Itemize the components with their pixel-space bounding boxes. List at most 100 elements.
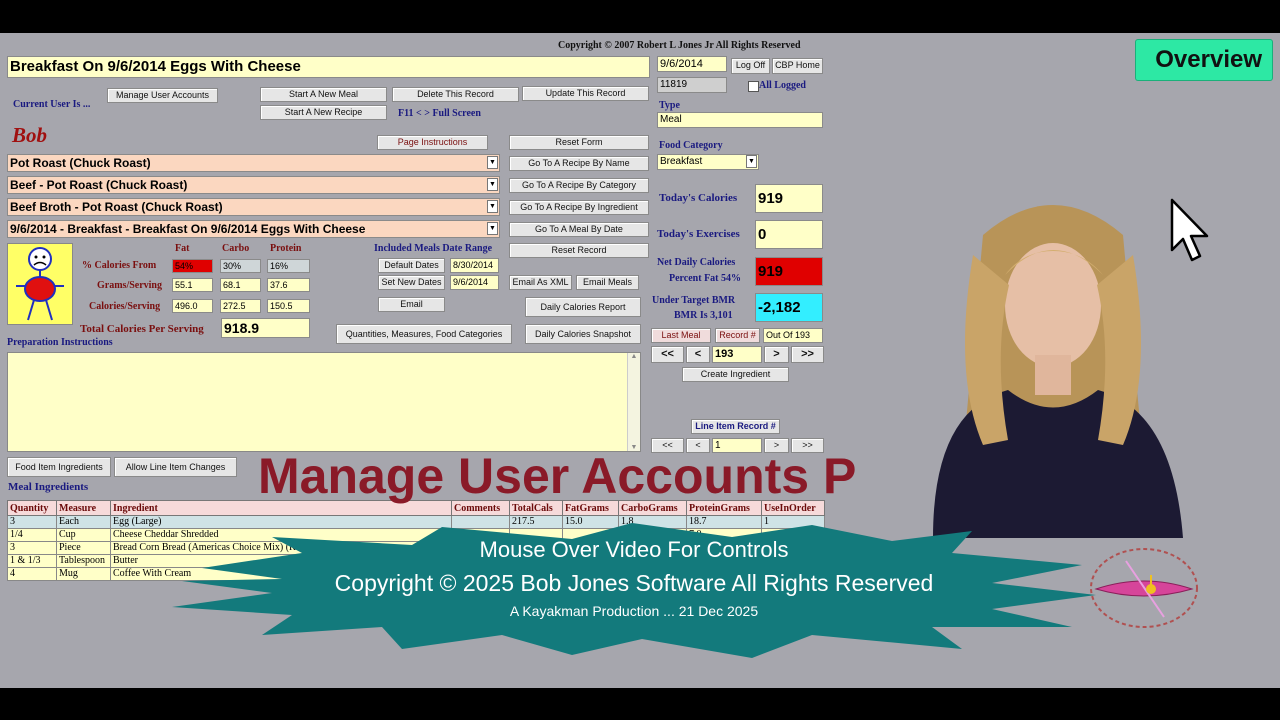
chevron-down-icon[interactable]: ▼ [487,178,498,191]
nav-prev-button[interactable]: < [686,346,710,363]
chevron-down-icon[interactable]: ▼ [487,156,498,169]
under-target-label: Under Target BMR [652,295,736,306]
log-off-button[interactable]: Log Off [731,58,770,74]
record-number-field[interactable]: 193 [712,346,762,363]
cell: Each [56,515,111,529]
goto-recipe-category-button[interactable]: Go To A Recipe By Category [509,178,649,193]
update-record-button[interactable]: Update This Record [522,86,649,101]
under-target-field: -2,182 [755,293,823,322]
calories-serving-label: Calories/Serving [89,301,161,312]
daily-calories-snapshot-button[interactable]: Daily Calories Snapshot [525,324,641,344]
overview-button[interactable]: Overview [1136,40,1272,80]
email-button[interactable]: Email [378,297,445,312]
banner-line-1: Mouse Over Video For Controls [479,537,789,562]
banner-line-2: Copyright © 2025 Bob Jones Software All … [334,570,934,596]
food-category-label: Food Category [659,140,723,151]
meal-date-select[interactable]: 9/6/2014 - Breakfast - Breakfast On 9/6/… [7,220,500,238]
user-name: Bob [12,123,48,147]
scrollbar[interactable]: ▲ ▼ [627,353,640,451]
create-ingredient-button[interactable]: Create Ingredient [682,367,789,382]
cell: 1 & 1/3 [7,554,57,568]
start-new-recipe-button[interactable]: Start A New Recipe [260,105,387,120]
todays-calories-label: Today's Calories [659,192,738,204]
bmr-label: BMR Is 3,101 [674,310,733,321]
line-item-record-button[interactable]: Line Item Record # [691,419,780,434]
date-field[interactable]: 9/6/2014 [657,56,727,72]
record-title-field[interactable]: Breakfast On 9/6/2014 Eggs With Cheese [7,56,650,78]
preparation-textarea[interactable]: ▲ ▼ [7,352,641,452]
total-calories-label: Total Calories Per Serving [80,323,204,335]
type-label: Type [659,100,680,111]
big-overlay-text: Manage User Accounts P [258,448,857,504]
start-date-field[interactable]: 8/30/2014 [450,258,499,273]
page-instructions-button[interactable]: Page Instructions [377,135,488,150]
recipe-name-select[interactable]: Pot Roast (Chuck Roast) ▼ [7,154,500,172]
meal-date-value: 9/6/2014 - Breakfast - Breakfast On 9/6/… [10,222,366,236]
recipe-category-value: Beef - Pot Roast (Chuck Roast) [10,178,188,192]
goto-recipe-ingredient-button[interactable]: Go To A Recipe By Ingredient [509,200,649,215]
email-xml-button[interactable]: Email As XML [509,275,572,290]
fullscreen-hint: F11 < > Full Screen [398,108,481,119]
grams-fat-field: 55.1 [172,278,213,292]
cell: 3 [7,541,57,555]
manage-user-accounts-button[interactable]: Manage User Accounts [107,88,218,103]
goto-meal-date-button[interactable]: Go To A Meal By Date [509,222,649,237]
goto-recipe-name-button[interactable]: Go To A Recipe By Name [509,156,649,171]
reset-form-button[interactable]: Reset Form [509,135,649,150]
delete-record-button[interactable]: Delete This Record [392,87,519,102]
start-new-meal-button[interactable]: Start A New Meal [260,87,387,102]
cell: Cup [56,528,111,542]
chevron-down-icon[interactable]: ▼ [487,200,498,213]
grams-carbo-field: 68.1 [220,278,261,292]
cbp-home-button[interactable]: CBP Home [772,58,823,74]
recipe-ingredient-select[interactable]: Beef Broth - Pot Roast (Chuck Roast) ▼ [7,198,500,216]
presenter-video [913,195,1191,538]
banner-line-3: A Kayakman Production ... 21 Dec 2025 [509,603,759,619]
net-daily-field: 919 [755,257,823,286]
recipe-name-value: Pot Roast (Chuck Roast) [10,156,151,170]
nav-next-button[interactable]: > [764,346,789,363]
sad-face-icon [7,243,73,325]
cals-protein-field: 150.5 [267,299,310,313]
nav-last-button[interactable]: >> [791,346,824,363]
meal-ingredients-label: Meal Ingredients [8,481,89,493]
cals-carbo-field: 272.5 [220,299,261,313]
food-item-ingredients-button[interactable]: Food Item Ingredients [7,457,111,477]
scroll-up-icon[interactable]: ▲ [628,353,640,360]
chevron-down-icon[interactable]: ▼ [746,155,757,168]
app-copyright: Copyright © 2007 Robert L Jones Jr All R… [558,40,801,51]
kayak-logo-icon [1088,547,1202,636]
food-category-select[interactable]: Breakfast ▼ [657,154,759,170]
pct-fat-field: 54% [172,259,213,273]
all-logged-checkbox[interactable] [748,81,759,92]
app-window: Copyright © 2007 Robert L Jones Jr All R… [0,33,1280,688]
daily-calories-report-button[interactable]: Daily Calories Report [525,297,641,317]
end-date-field[interactable]: 9/6/2014 [450,275,499,290]
percent-fat-label: Percent Fat 54% [669,273,742,284]
nav-first-button[interactable]: << [651,346,684,363]
grams-serving-label: Grams/Serving [97,280,162,291]
recipe-category-select[interactable]: Beef - Pot Roast (Chuck Roast) ▼ [7,176,500,194]
cell: 4 [7,567,57,581]
carbo-header: Carbo [222,243,250,254]
overview-label: Overview [1155,46,1262,73]
food-category-value: Breakfast [660,156,703,167]
preparation-label: Preparation Instructions [7,337,113,348]
allow-line-changes-button[interactable]: Allow Line Item Changes [114,457,237,477]
email-meals-button[interactable]: Email Meals [576,275,639,290]
reset-record-button[interactable]: Reset Record [509,243,649,258]
todays-calories-field: 919 [755,184,823,213]
type-field[interactable]: Meal [657,112,823,128]
all-logged-label: All Logged [759,80,806,91]
cell: Piece [56,541,111,555]
default-dates-button[interactable]: Default Dates [378,258,445,273]
set-new-dates-button[interactable]: Set New Dates [378,275,445,290]
record-number-button[interactable]: Record # [715,328,760,343]
cell: Mug [56,567,111,581]
column-header: Quantity [7,500,57,516]
fat-header: Fat [175,243,190,254]
quantities-measures-button[interactable]: Quantities, Measures, Food Categories [336,324,512,344]
last-meal-button[interactable]: Last Meal [651,328,711,343]
chevron-down-icon[interactable]: ▼ [487,222,498,235]
todays-exercises-label: Today's Exercises [657,228,740,240]
